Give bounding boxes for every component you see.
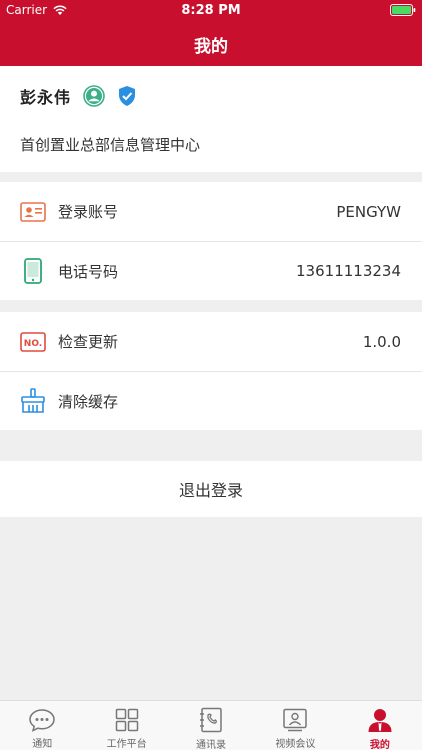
svg-text:NO.: NO. <box>24 339 42 349</box>
system-group: NO. 检查更新 1.0.0 清除缓存 <box>0 312 422 430</box>
tab-video-meeting-label: 视频会议 <box>275 739 316 750</box>
login-account-label: 登录账号 <box>58 203 119 221</box>
profile-header: 彭永伟 <box>20 84 137 108</box>
id-card-icon <box>20 199 46 225</box>
check-update-row[interactable]: NO. 检查更新 1.0.0 <box>0 312 422 371</box>
nav-bar: 我的 <box>0 22 422 66</box>
tab-bar: 通知 工作平台 通讯录 视频会议 我的 <box>0 700 422 750</box>
account-group: 登录账号 PENGYW 电话号码 13611113234 <box>0 182 422 300</box>
phone-row[interactable]: 电话号码 13611113234 <box>0 241 422 300</box>
phone-icon <box>20 258 46 284</box>
tab-mine-label: 我的 <box>369 740 390 750</box>
tab-work-platform[interactable]: 工作平台 <box>84 701 168 750</box>
chat-bubble-icon <box>28 707 56 732</box>
tab-contacts[interactable]: 通讯录 <box>169 701 253 750</box>
tab-mine[interactable]: 我的 <box>338 701 422 750</box>
tab-video-meeting[interactable]: 视频会议 <box>253 701 337 750</box>
status-time: 8:28 PM <box>181 3 241 18</box>
login-account-row[interactable]: 登录账号 PENGYW <box>0 182 422 241</box>
page-title: 我的 <box>194 36 228 57</box>
login-account-value: PENGYW <box>336 202 401 221</box>
profile-organization: 首创置业总部信息管理中心 <box>20 136 201 154</box>
clear-cache-label: 清除缓存 <box>58 392 119 411</box>
profile-card: 彭永伟 首创置业总部信息管理中心 <box>0 66 422 172</box>
phone-value: 13611113234 <box>296 262 401 280</box>
tab-notifications[interactable]: 通知 <box>0 701 84 750</box>
tab-contacts-label: 通讯录 <box>196 740 227 750</box>
profile-name: 彭永伟 <box>20 88 72 107</box>
tab-notifications-label: 通知 <box>32 739 53 750</box>
battery-icon <box>390 4 416 16</box>
logout-button[interactable]: 退出登录 <box>0 461 422 517</box>
avatar-icon <box>83 85 105 107</box>
check-update-label: 检查更新 <box>58 333 119 351</box>
contacts-book-icon <box>197 707 225 733</box>
status-right <box>390 4 416 19</box>
tab-work-platform-label: 工作平台 <box>106 739 147 750</box>
verified-shield-icon <box>119 86 136 106</box>
broom-icon <box>20 388 46 414</box>
user-icon <box>366 707 394 733</box>
version-value: 1.0.0 <box>362 332 401 351</box>
grid-icon <box>113 707 141 732</box>
phone-label: 电话号码 <box>58 262 119 281</box>
status-bar: Carrier 8:28 PM <box>0 0 422 22</box>
version-no-icon: NO. <box>20 329 46 355</box>
video-meeting-icon <box>281 707 309 732</box>
clear-cache-row[interactable]: 清除缓存 <box>0 371 422 430</box>
